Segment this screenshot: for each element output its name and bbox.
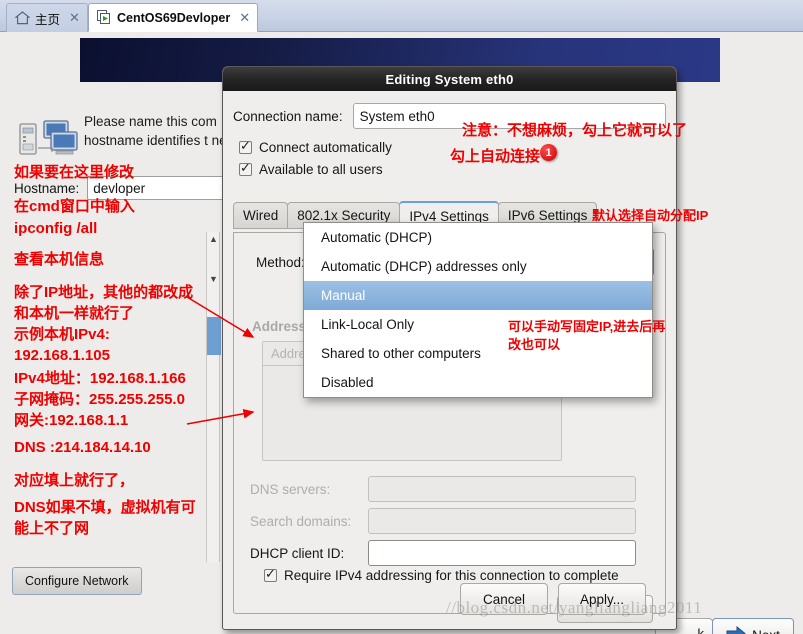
dropdown-option-automatic-dhcp-addresses-only[interactable]: Automatic (DHCP) addresses only — [304, 252, 652, 281]
available-all-users-checkbox[interactable] — [239, 160, 252, 176]
connection-name-label: Connection name: — [233, 108, 343, 124]
annotation-dns-value: DNS :214.184.14.10 — [14, 439, 151, 456]
dropdown-option-automatic-dhcp[interactable]: Automatic (DHCP) — [304, 223, 652, 252]
annotation-dns-warning: DNS如果不填，虚拟机有可 能上不了网 — [14, 499, 196, 537]
connect-automatically-label: Connect automatically — [259, 140, 392, 155]
available-all-users-label: Available to all users — [259, 162, 383, 177]
dhcp-client-id-label: DHCP client ID: — [250, 545, 345, 561]
annotation-manual-note: 可以手动写固定IP,进去后再 改也可以 — [508, 319, 666, 352]
method-label: Method: — [256, 255, 305, 270]
tab-home[interactable]: 主页 ✕ — [6, 3, 88, 32]
configure-network-button[interactable]: Configure Network — [12, 567, 142, 595]
watermark: //blog.csdn.net/yangliangliang2011 — [446, 598, 703, 617]
dropdown-option-disabled[interactable]: Disabled — [304, 368, 652, 397]
tab-home-label: 主页 — [35, 12, 61, 27]
network-computers-icon — [18, 118, 80, 162]
method-dropdown-list[interactable]: Automatic (DHCP) Automatic (DHCP) addres… — [303, 222, 653, 398]
dns-servers-row: DNS servers: — [250, 476, 636, 502]
annotation-check-note: 勾上自动连接 — [450, 148, 541, 165]
search-domains-input[interactable] — [368, 508, 636, 534]
annotation-fill-in: 对应填上就行了， — [14, 472, 135, 489]
annotation-method-note: 默认选择自动分配IP — [592, 208, 709, 223]
connect-automatically-row[interactable]: Connect automatically — [235, 137, 417, 158]
dhcp-client-id-row: DHCP client ID: — [250, 540, 636, 566]
background-scrollbar[interactable]: ▲ ▼ — [206, 232, 221, 562]
dhcp-client-id-input[interactable] — [368, 540, 636, 566]
next-button[interactable]: Next — [712, 618, 794, 634]
scroll-up-icon[interactable]: ▲ — [209, 234, 218, 244]
annotation-top-note: 注意：不想麻烦，勾上它就可以了 — [462, 122, 688, 139]
home-icon — [15, 11, 30, 25]
dialog-title: Editing System eth0 — [223, 67, 676, 91]
search-domains-row: Search domains: — [250, 508, 636, 534]
tab-home-close-icon[interactable]: ✕ — [69, 10, 80, 26]
annotation-except-ip: 除了IP地址，其他的都改成 和本机一样就行了 示例本机IPv4: 192.168… — [14, 284, 194, 364]
tab-wired[interactable]: Wired — [233, 202, 289, 229]
annotation-arrow-to-dns — [186, 408, 255, 425]
tab-virtual-machine[interactable]: CentOS69Devloper ✕ — [88, 3, 259, 32]
arrow-right-icon — [726, 625, 746, 634]
virtual-machine-icon — [97, 10, 112, 25]
dns-servers-input[interactable] — [368, 476, 636, 502]
annotation-badge-1: 1 — [540, 144, 557, 161]
annotation-ip-settings: IPv4地址：192.168.1.166 子网掩码：255.255.255.0 … — [14, 370, 186, 429]
annotation-edit-here: 如果要在这里修改 — [14, 164, 135, 181]
dns-servers-label: DNS servers: — [250, 481, 331, 497]
dropdown-option-manual[interactable]: Manual — [304, 281, 652, 310]
tab-vm-close-icon[interactable]: ✕ — [239, 10, 250, 26]
annotation-view-host-info: 查看本机信息 — [14, 251, 105, 268]
screen-root: 主页 ✕ CentOS69Devloper ✕ Please name this… — [0, 0, 803, 634]
scroll-down-icon[interactable]: ▼ — [209, 274, 218, 284]
search-domains-label: Search domains: — [250, 513, 352, 529]
vmware-tab-bar: 主页 ✕ CentOS69Devloper ✕ — [0, 0, 803, 32]
connect-automatically-checkbox[interactable] — [239, 138, 252, 154]
annotation-arrow-to-addresses — [186, 296, 255, 338]
tab-vm-label: CentOS69Devloper — [117, 10, 231, 25]
next-button-label: Next — [752, 628, 780, 634]
annotation-cmd-ipconfig: 在cmd窗口中输入 ipconfig /all — [14, 198, 135, 237]
